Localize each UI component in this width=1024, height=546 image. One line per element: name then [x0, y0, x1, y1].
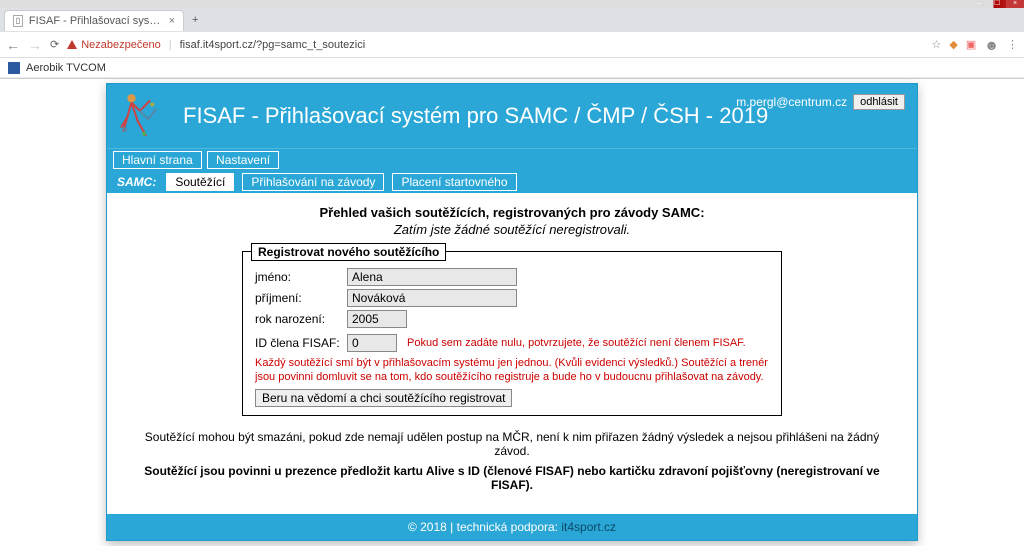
- nav-competitors[interactable]: Soutěžící: [166, 173, 234, 191]
- warn-duplicate: Každý soutěžící smí být v přihlašovacím …: [255, 356, 769, 385]
- input-fisaf-id[interactable]: [347, 334, 397, 352]
- tab-close-icon[interactable]: ×: [169, 15, 175, 27]
- main-content: Přehled vašich soutěžících, registrovaný…: [107, 193, 917, 502]
- bookmark-favicon: [8, 62, 20, 74]
- app-box: FISAF - Přihlašovací systém pro SAMC / Č…: [106, 83, 918, 541]
- bookmark-bar: Aerobik TVCOM: [0, 58, 1024, 78]
- address-bar: ← → ⟳ Nezabezpečeno | ☆ ◆ ▣ ☻ ⋮: [0, 32, 1024, 58]
- user-area: m.pergl@centrum.cz odhlásit: [736, 94, 905, 110]
- registration-form: Registrovat nového soutěžícího jméno: př…: [242, 251, 782, 416]
- label-fisaf-id: ID člena FISAF:: [255, 336, 347, 350]
- input-firstname[interactable]: [347, 268, 517, 286]
- window-close[interactable]: ×: [1006, 0, 1024, 8]
- menu-icon[interactable]: ⋮: [1007, 38, 1018, 51]
- browser-tab[interactable]: ▯ FISAF - Přihlašovací systém pro ... ×: [4, 10, 184, 31]
- note-id-required: Soutěžící jsou povinni u prezence předlo…: [127, 464, 897, 492]
- form-legend: Registrovat nového soutěžícího: [251, 243, 446, 261]
- extension2-icon[interactable]: ▣: [966, 38, 976, 51]
- nav-settings[interactable]: Nastavení: [207, 151, 279, 169]
- page-icon: ▯: [13, 15, 23, 27]
- profile-icon[interactable]: ☻: [984, 37, 999, 53]
- reload-icon[interactable]: ⟳: [50, 38, 59, 51]
- tab-bar: ▯ FISAF - Přihlašovací systém pro ... × …: [0, 8, 1024, 32]
- warn-fisaf-zero: Pokud sem zadáte nulu, potvrzujete, že s…: [407, 337, 746, 349]
- page-container: FISAF - Přihlašovací systém pro SAMC / Č…: [0, 79, 1024, 541]
- window-controls: – ☐ ×: [0, 0, 1024, 8]
- nav-register-races[interactable]: Přihlašování na závody: [242, 173, 384, 191]
- label-birthyear: rok narození:: [255, 312, 347, 326]
- tab-title: FISAF - Přihlašovací systém pro ...: [29, 15, 163, 27]
- fisaf-logo: [119, 90, 171, 142]
- app-title: FISAF - Přihlašovací systém pro SAMC / Č…: [183, 103, 768, 129]
- logout-button[interactable]: odhlásit: [853, 94, 905, 110]
- warning-triangle-icon: [67, 40, 77, 49]
- footer-copyright: © 2018 | technická podpora:: [408, 520, 561, 534]
- new-tab-button[interactable]: +: [184, 14, 206, 26]
- label-lastname: příjmení:: [255, 291, 347, 305]
- label-firstname: jméno:: [255, 270, 347, 284]
- primary-nav: Hlavní strana Nastavení: [107, 148, 917, 171]
- input-lastname[interactable]: [347, 289, 517, 307]
- note-deletion: Soutěžící mohou být smazáni, pokud zde n…: [127, 430, 897, 458]
- star-icon[interactable]: ☆: [932, 38, 942, 51]
- content-heading: Přehled vašich soutěžících, registrovaný…: [127, 205, 897, 220]
- nav-back-icon[interactable]: ←: [6, 37, 20, 53]
- section-label: SAMC:: [113, 175, 160, 189]
- window-maximize[interactable]: ☐: [988, 0, 1006, 8]
- window-minimize[interactable]: –: [970, 0, 988, 8]
- url-input[interactable]: [180, 39, 924, 51]
- browser-chrome: – ☐ × ▯ FISAF - Přihlašovací systém pro …: [0, 0, 1024, 79]
- content-subheading: Zatím jste žádné soutěžící neregistroval…: [127, 222, 897, 237]
- bookmark-item[interactable]: Aerobik TVCOM: [26, 62, 106, 74]
- security-label: Nezabezpečeno: [81, 39, 161, 51]
- app-header: FISAF - Přihlašovací systém pro SAMC / Č…: [107, 84, 917, 148]
- nav-payments[interactable]: Placení startovného: [392, 173, 516, 191]
- nav-home[interactable]: Hlavní strana: [113, 151, 202, 169]
- input-birthyear[interactable]: [347, 310, 407, 328]
- submit-register-button[interactable]: Beru na vědomí a chci soutěžícího regist…: [255, 389, 512, 407]
- app-footer: © 2018 | technická podpora: it4sport.cz: [107, 514, 917, 540]
- footer-support-link[interactable]: it4sport.cz: [561, 520, 616, 534]
- user-email: m.pergl@centrum.cz: [736, 95, 847, 109]
- security-indicator[interactable]: Nezabezpečeno: [67, 39, 161, 51]
- nav-forward-icon[interactable]: →: [28, 37, 42, 53]
- secondary-nav: SAMC: Soutěžící Přihlašování na závody P…: [107, 171, 917, 193]
- extension-icon[interactable]: ◆: [949, 38, 957, 51]
